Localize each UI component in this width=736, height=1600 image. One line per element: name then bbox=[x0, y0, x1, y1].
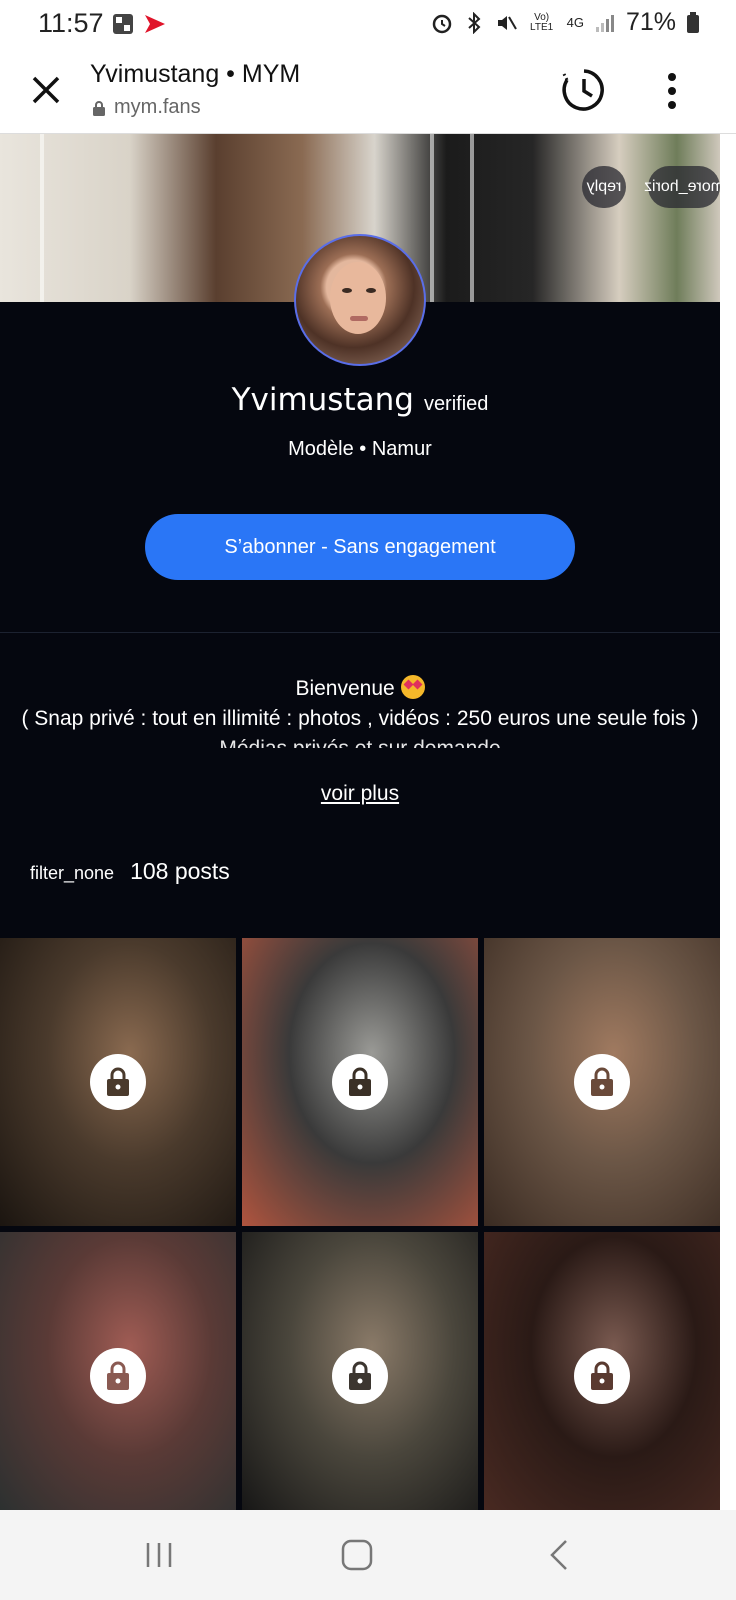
star-struck-emoji-icon bbox=[400, 675, 425, 699]
lock-icon bbox=[332, 1348, 388, 1404]
status-time: 11:57 bbox=[38, 8, 104, 38]
alarm-icon bbox=[432, 14, 451, 33]
post-tile-locked[interactable] bbox=[0, 1232, 236, 1520]
post-tile-locked[interactable] bbox=[0, 938, 236, 1226]
recent-apps-icon[interactable] bbox=[144, 1540, 174, 1570]
more-vert-icon[interactable] bbox=[660, 70, 684, 112]
close-icon[interactable] bbox=[24, 68, 68, 112]
network-label: 4G bbox=[566, 15, 584, 30]
status-right-icons: Vo) LTE1 4G 71% bbox=[431, 8, 700, 37]
cover-stripe bbox=[470, 134, 474, 302]
system-nav-bar bbox=[0, 1510, 736, 1600]
posts-count: 108 posts bbox=[130, 858, 230, 884]
status-left-icons bbox=[112, 13, 166, 35]
lock-icon bbox=[93, 100, 105, 116]
bio-line-2: ( Snap privé : tout en illimité : photos… bbox=[21, 707, 699, 730]
signal-icon bbox=[595, 14, 614, 32]
lock-icon bbox=[332, 1054, 388, 1110]
reply-button[interactable]: reply bbox=[582, 166, 626, 208]
divider bbox=[0, 632, 720, 633]
avatar-mouth bbox=[350, 316, 368, 321]
see-more-link[interactable]: voir plus bbox=[0, 782, 720, 806]
subscribe-button[interactable]: S’abonner - Sans engagement bbox=[145, 514, 575, 580]
timer-icon[interactable] bbox=[560, 66, 608, 114]
back-icon[interactable] bbox=[548, 1538, 570, 1572]
bio-line-1: Bienvenue bbox=[20, 674, 700, 704]
browser-toolbar: Yvimustang • MYM mym.fans bbox=[0, 54, 736, 134]
cover-stripe bbox=[430, 134, 434, 302]
lock-icon bbox=[90, 1348, 146, 1404]
avatar-eye bbox=[366, 288, 376, 293]
avatar-eye bbox=[342, 288, 352, 293]
post-tile-locked[interactable] bbox=[484, 1232, 720, 1520]
lock-icon bbox=[574, 1054, 630, 1110]
status-bar: 11:57 Vo) LTE1 4G 71% bbox=[0, 0, 736, 54]
gallery-notification-icon bbox=[113, 14, 133, 34]
url-text: mym.fans bbox=[114, 96, 201, 118]
bio-line-3: Médias privés et sur demande bbox=[20, 734, 700, 748]
cover-stripe bbox=[40, 134, 44, 302]
post-tile-locked[interactable] bbox=[242, 938, 478, 1226]
posts-row: filter_none 108 posts bbox=[30, 858, 230, 885]
filter-none-icon: filter_none bbox=[30, 863, 115, 883]
profile-subtitle: Modèle • Namur bbox=[288, 438, 432, 460]
post-tile-locked[interactable] bbox=[242, 1232, 478, 1520]
bio: Bienvenue ( Snap privé : tout en illimit… bbox=[20, 674, 700, 748]
lock-icon bbox=[574, 1348, 630, 1404]
page-title: Yvimustang • MYM bbox=[90, 60, 301, 88]
bluetooth-icon bbox=[467, 11, 481, 34]
more-horiz-button[interactable]: more_horiz bbox=[644, 166, 720, 208]
profile-name: Yvimustang bbox=[231, 382, 414, 418]
post-tile-locked[interactable] bbox=[484, 938, 720, 1226]
send-notification-icon bbox=[145, 15, 165, 33]
profile-section: Yvimustang verified Modèle • Namur S’abo… bbox=[0, 234, 720, 1520]
posts-grid bbox=[0, 938, 720, 1520]
avatar[interactable] bbox=[294, 234, 426, 366]
page-edge bbox=[720, 134, 736, 1510]
name-row: Yvimustang verified bbox=[0, 382, 720, 418]
battery-percent: 71% bbox=[625, 8, 676, 36]
volte-label: Vo) LTE1 bbox=[530, 11, 554, 33]
page-url[interactable]: mym.fans bbox=[92, 96, 201, 119]
home-icon[interactable] bbox=[340, 1538, 374, 1572]
bio-welcome: Bienvenue bbox=[295, 677, 395, 700]
avatar-face bbox=[330, 262, 386, 334]
verified-icon: verified bbox=[423, 393, 489, 415]
battery-icon bbox=[687, 11, 699, 33]
lock-icon bbox=[90, 1054, 146, 1110]
mute-icon bbox=[497, 15, 517, 30]
